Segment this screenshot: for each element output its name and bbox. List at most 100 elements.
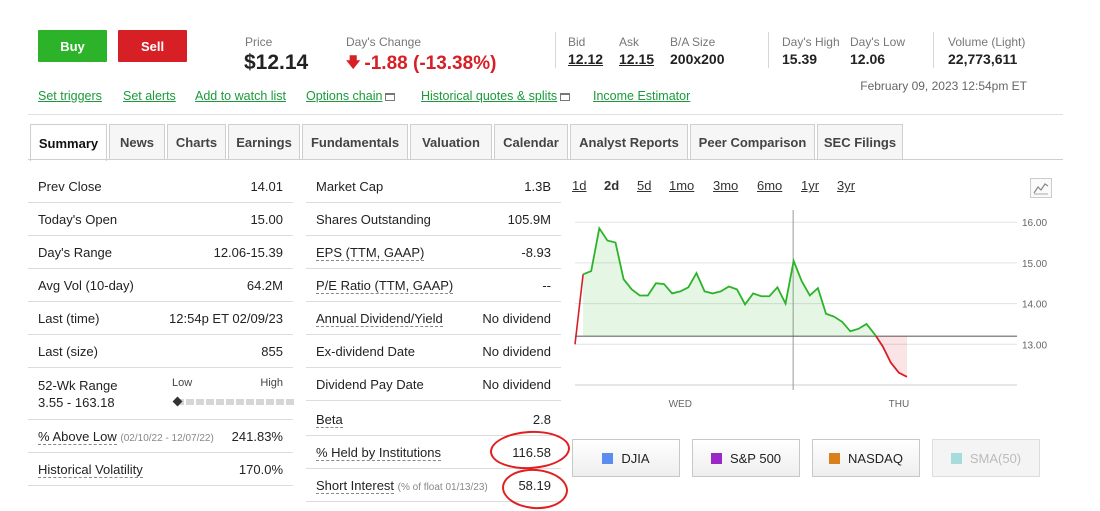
buy-button[interactable]: Buy: [38, 30, 107, 62]
tab-summary[interactable]: Summary: [30, 124, 107, 161]
range-low-label: Low: [172, 377, 193, 389]
historical-quotes-link[interactable]: Historical quotes & splits: [421, 89, 571, 103]
tab-valuation[interactable]: Valuation: [410, 124, 492, 160]
chart-type-icon[interactable]: [1030, 178, 1052, 198]
table-row: % Above Low (02/10/22 - 12/07/22) 241.83…: [28, 420, 293, 453]
row-value: 12.06-15.39: [213, 245, 283, 260]
eps-label[interactable]: EPS (TTM, GAAP): [316, 245, 425, 261]
row-value: 64.2M: [246, 278, 283, 293]
period-1d[interactable]: 1d: [572, 178, 586, 193]
tab-earnings[interactable]: Earnings: [228, 124, 300, 160]
table-row: Last (size) 855: [28, 335, 293, 368]
row-value: 15.00: [250, 212, 283, 227]
percent-above-low-label[interactable]: % Above Low: [38, 429, 117, 445]
row-label: Dividend Pay Date: [316, 377, 424, 392]
row-label: Short Interest (% of float 01/13/23): [316, 478, 488, 494]
x-tick-label: THU: [889, 399, 910, 410]
divider: [28, 114, 1063, 115]
divider: [28, 159, 1063, 160]
table-row: Ex-dividend Date No dividend: [306, 335, 561, 368]
set-triggers-link[interactable]: Set triggers: [38, 89, 102, 103]
compare-nasdaq-button[interactable]: NASDAQ: [812, 439, 920, 477]
table-row: Avg Vol (10-day) 64.2M: [28, 269, 293, 302]
tab-news[interactable]: News: [109, 124, 165, 160]
row-value: 14.01: [250, 179, 283, 194]
price-line-start: [574, 274, 584, 345]
price-label: Price: [245, 35, 273, 49]
tab-peer-comparison[interactable]: Peer Comparison: [690, 124, 815, 160]
set-alerts-link[interactable]: Set alerts: [123, 89, 176, 103]
bid-value[interactable]: 12.12: [568, 51, 603, 67]
compare-sp500-button[interactable]: S&P 500: [692, 439, 800, 477]
period-3yr[interactable]: 3yr: [837, 178, 855, 193]
table-row: Prev Close 14.01: [28, 170, 293, 203]
table-row: Dividend Pay Date No dividend: [306, 368, 561, 401]
compare-sma50-button[interactable]: SMA(50): [932, 439, 1040, 477]
header-divider: [768, 32, 769, 68]
row-label: 52-Wk Range: [38, 378, 118, 393]
compare-label: SMA(50): [969, 450, 1022, 466]
x-tick-label: WED: [669, 399, 692, 410]
table-row: Annual Dividend/Yield No dividend: [306, 302, 561, 335]
beta-label[interactable]: Beta: [316, 412, 343, 428]
options-chain-link[interactable]: Options chain: [306, 89, 396, 103]
table-row: 52-Wk Range 3.55 - 163.18 Low High: [28, 368, 294, 420]
djia-swatch-icon: [602, 452, 614, 464]
period-2d[interactable]: 2d: [604, 178, 619, 193]
popup-window-icon: [385, 93, 396, 101]
period-1mo[interactable]: 1mo: [669, 178, 694, 193]
pe-ratio-label[interactable]: P/E Ratio (TTM, GAAP): [316, 278, 454, 294]
row-label: Today's Open: [38, 212, 118, 227]
52wk-range-bar: [176, 399, 294, 405]
add-to-watch-list-link[interactable]: Add to watch list: [195, 89, 286, 103]
ba-size-label: B/A Size: [670, 35, 716, 49]
tab-calendar[interactable]: Calendar: [494, 124, 568, 160]
row-note: (02/10/22 - 12/07/22): [120, 433, 214, 444]
row-label: % Above Low (02/10/22 - 12/07/22): [38, 429, 214, 445]
period-1yr[interactable]: 1yr: [801, 178, 819, 193]
price-value: $12.14: [244, 51, 309, 74]
income-estimator-link[interactable]: Income Estimator: [593, 89, 690, 103]
row-label: Last (size): [38, 344, 98, 359]
row-value: 105.9M: [507, 212, 551, 227]
compare-djia-button[interactable]: DJIA: [572, 439, 680, 477]
ask-value[interactable]: 12.15: [619, 51, 654, 67]
ask-label: Ask: [619, 35, 640, 49]
tab-sec-filings[interactable]: SEC Filings: [817, 124, 903, 160]
annual-dividend-label[interactable]: Annual Dividend/Yield: [316, 311, 443, 327]
period-3mo[interactable]: 3mo: [713, 178, 738, 193]
period-5d[interactable]: 5d: [637, 178, 651, 193]
quote-datetime: February 09, 2023 12:54pm ET: [860, 79, 1027, 93]
tab-fundamentals[interactable]: Fundamentals: [302, 124, 408, 160]
days-change-label: Day's Change: [346, 35, 421, 49]
row-label: Market Cap: [316, 179, 384, 194]
table-row: Today's Open 15.00: [28, 203, 293, 236]
table-row: Shares Outstanding 105.9M: [306, 203, 561, 236]
price-chart: 13.00 14.00 15.00 16.00 WED THU: [574, 210, 1047, 410]
held-by-institutions-label[interactable]: % Held by Institutions: [316, 445, 442, 461]
period-6mo[interactable]: 6mo: [757, 178, 782, 193]
row-value: 855: [261, 344, 283, 359]
compare-label: DJIA: [621, 450, 650, 466]
range-high-label: High: [260, 377, 283, 389]
y-tick-label: 14.00: [1022, 300, 1047, 311]
table-row: EPS (TTM, GAAP) -8.93: [306, 236, 561, 269]
volume-value: 22,773,611: [948, 51, 1018, 67]
historical-quotes-label: Historical quotes & splits: [421, 89, 558, 103]
row-value: 3.55 - 163.18: [38, 395, 115, 410]
short-interest-label[interactable]: Short Interest: [316, 478, 395, 494]
sell-button[interactable]: Sell: [118, 30, 187, 62]
days-change-text: -1.88 (-13.38%): [364, 53, 497, 74]
historical-volatility-label[interactable]: Historical Volatility: [38, 462, 143, 478]
tab-analyst-reports[interactable]: Analyst Reports: [570, 124, 688, 160]
days-high-label: Day's High: [782, 35, 840, 49]
tab-charts[interactable]: Charts: [167, 124, 226, 160]
y-tick-label: 13.00: [1022, 340, 1047, 351]
down-arrow-icon: 🡇: [346, 54, 361, 70]
row-label: Ex-dividend Date: [316, 344, 415, 359]
row-value: 1.3B: [524, 179, 551, 194]
table-row: Market Cap 1.3B: [306, 170, 561, 203]
table-row: Day's Range 12.06-15.39: [28, 236, 293, 269]
row-label: Avg Vol (10-day): [38, 278, 134, 293]
sma50-swatch-icon: [950, 452, 962, 464]
